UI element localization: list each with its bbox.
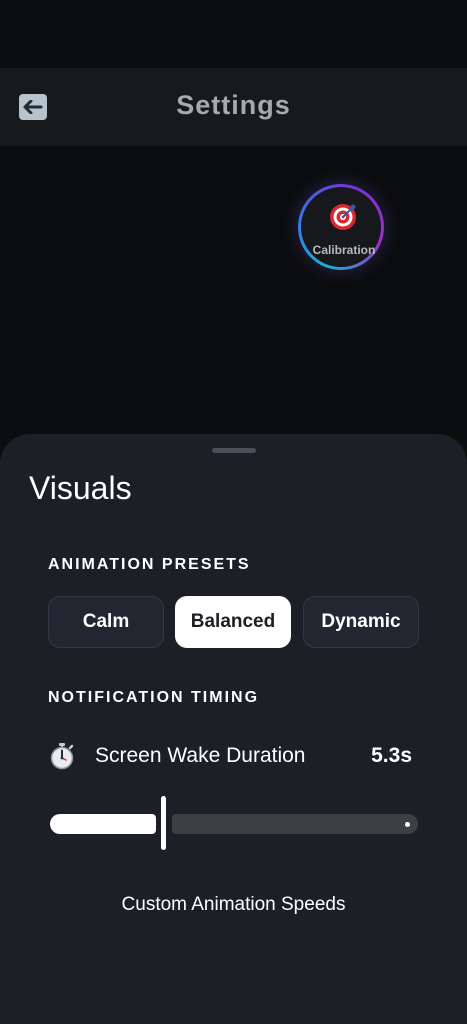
- custom-animation-speeds-link[interactable]: Custom Animation Speeds: [0, 894, 467, 916]
- preset-calm-button[interactable]: Calm: [48, 596, 164, 648]
- screen-wake-label: Screen Wake Duration: [95, 744, 306, 767]
- target-icon: [330, 204, 356, 230]
- preset-balanced-button[interactable]: Balanced: [175, 596, 291, 648]
- notification-timing-label: NOTIFICATION TIMING: [48, 689, 260, 706]
- screen-wake-row: Screen Wake Duration 5.3s: [48, 740, 412, 772]
- visuals-bottom-sheet: Visuals ANIMATION PRESETS Calm Balanced …: [0, 434, 467, 1024]
- slider-end-dot: [405, 822, 410, 827]
- slider-thumb[interactable]: [161, 796, 166, 850]
- stopwatch-icon: [50, 743, 74, 770]
- screen-wake-slider[interactable]: [48, 796, 420, 852]
- drag-handle[interactable]: [212, 448, 256, 453]
- header-bar: Settings: [0, 68, 467, 146]
- preset-dynamic-button[interactable]: Dynamic: [303, 596, 419, 648]
- screen-wake-value: 5.3s: [371, 744, 412, 767]
- page-title: Settings: [176, 90, 291, 120]
- calibration-button[interactable]: Calibration: [298, 184, 384, 270]
- slider-track[interactable]: [172, 814, 418, 834]
- calibration-label: Calibration: [312, 243, 376, 257]
- status-bar: [0, 0, 467, 68]
- slider-fill: [50, 814, 156, 834]
- sheet-title: Visuals: [29, 470, 132, 506]
- animation-presets-label: ANIMATION PRESETS: [48, 556, 251, 573]
